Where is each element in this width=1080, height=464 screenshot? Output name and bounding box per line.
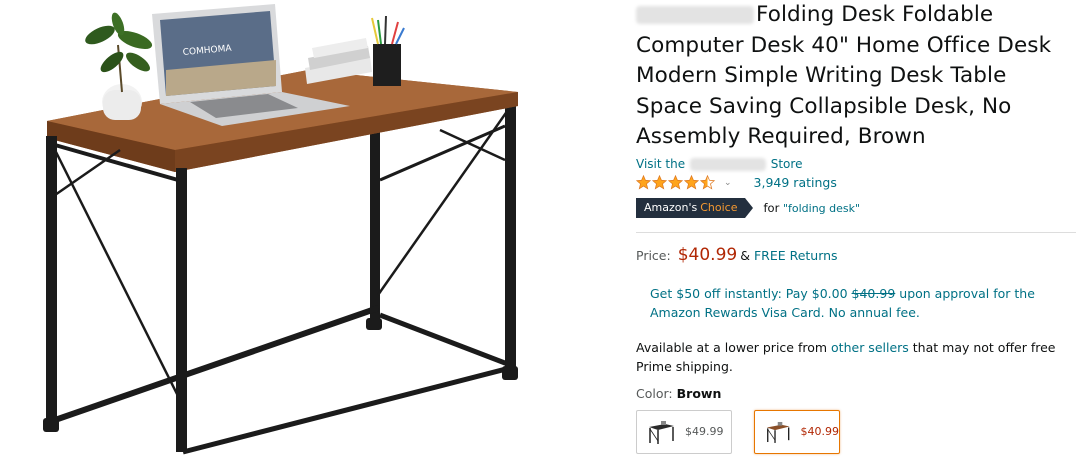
- availability-note: Available at a lower price from other se…: [636, 338, 1066, 376]
- amazons-choice-badge: Amazon's Choice: [636, 197, 755, 218]
- star-icon: [684, 175, 699, 190]
- price-row: Price: $40.99 & FREE Returns: [636, 245, 1076, 265]
- redacted-brand: [636, 6, 754, 24]
- color-value: Brown: [676, 385, 722, 401]
- color-label: Color:: [636, 385, 673, 401]
- redacted-store-name: [689, 157, 766, 171]
- badge-main-text: Amazon's: [644, 201, 698, 214]
- free-returns: & FREE Returns: [740, 248, 837, 263]
- desk-thumbnail-icon: [766, 421, 790, 443]
- product-image[interactable]: COMHOMA: [0, 0, 600, 460]
- chevron-down-icon[interactable]: ⌄: [724, 178, 732, 188]
- divider: [636, 231, 1076, 233]
- store-link[interactable]: Visit the Store: [636, 155, 1076, 173]
- promo-strike-price: $40.99: [851, 285, 896, 301]
- badge-for-text: for "folding desk": [763, 201, 860, 215]
- ratings-count-link[interactable]: 3,949 ratings: [754, 175, 837, 190]
- amazons-choice-row: Amazon's Choice for "folding desk": [636, 197, 1076, 218]
- free-amp: &: [740, 247, 750, 263]
- swatch-price: $49.99: [685, 425, 724, 438]
- desk-thumbnail-icon: [649, 420, 674, 444]
- desk-image: COMHOMA: [43, 4, 518, 455]
- star-rating[interactable]: [636, 175, 716, 190]
- store-prefix: Visit the: [636, 156, 686, 171]
- avail-pre: Available at a lower price from: [636, 339, 828, 355]
- star-icon: [652, 175, 667, 190]
- product-title: Folding Desk Foldable Computer Desk 40" …: [636, 0, 1076, 153]
- price-value: $40.99: [677, 244, 738, 265]
- color-swatch-selected[interactable]: $40.99: [754, 409, 840, 454]
- badge-accent-text: Choice: [700, 201, 738, 214]
- store-suffix: Store: [770, 156, 803, 171]
- product-title-text: Folding Desk Foldable Computer Desk 40" …: [636, 2, 1052, 149]
- price-label: Price:: [636, 247, 671, 263]
- badge-for-label: for: [763, 200, 780, 215]
- rating-row: ⌄ 3,949 ratings: [636, 173, 1076, 193]
- star-icon: [636, 175, 651, 190]
- half-star-icon: [700, 175, 715, 190]
- star-icon: [668, 175, 683, 190]
- color-swatches: $49.99 $40.99: [636, 409, 1076, 454]
- color-selector-label: Color: Brown: [636, 386, 1076, 401]
- free-returns-link[interactable]: FREE Returns: [754, 248, 838, 263]
- badge-query-link[interactable]: "folding desk": [783, 202, 860, 215]
- other-sellers-link[interactable]: other sellers: [831, 340, 909, 355]
- promo-pre: Get $50 off instantly: Pay $0.00: [650, 285, 848, 301]
- swatch-price: $40.99: [800, 425, 840, 438]
- visa-promo[interactable]: Get $50 off instantly: Pay $0.00 $40.99 …: [650, 284, 1062, 322]
- color-swatch-option[interactable]: $49.99: [636, 409, 732, 454]
- product-info: Folding Desk Foldable Computer Desk 40" …: [636, 0, 1076, 454]
